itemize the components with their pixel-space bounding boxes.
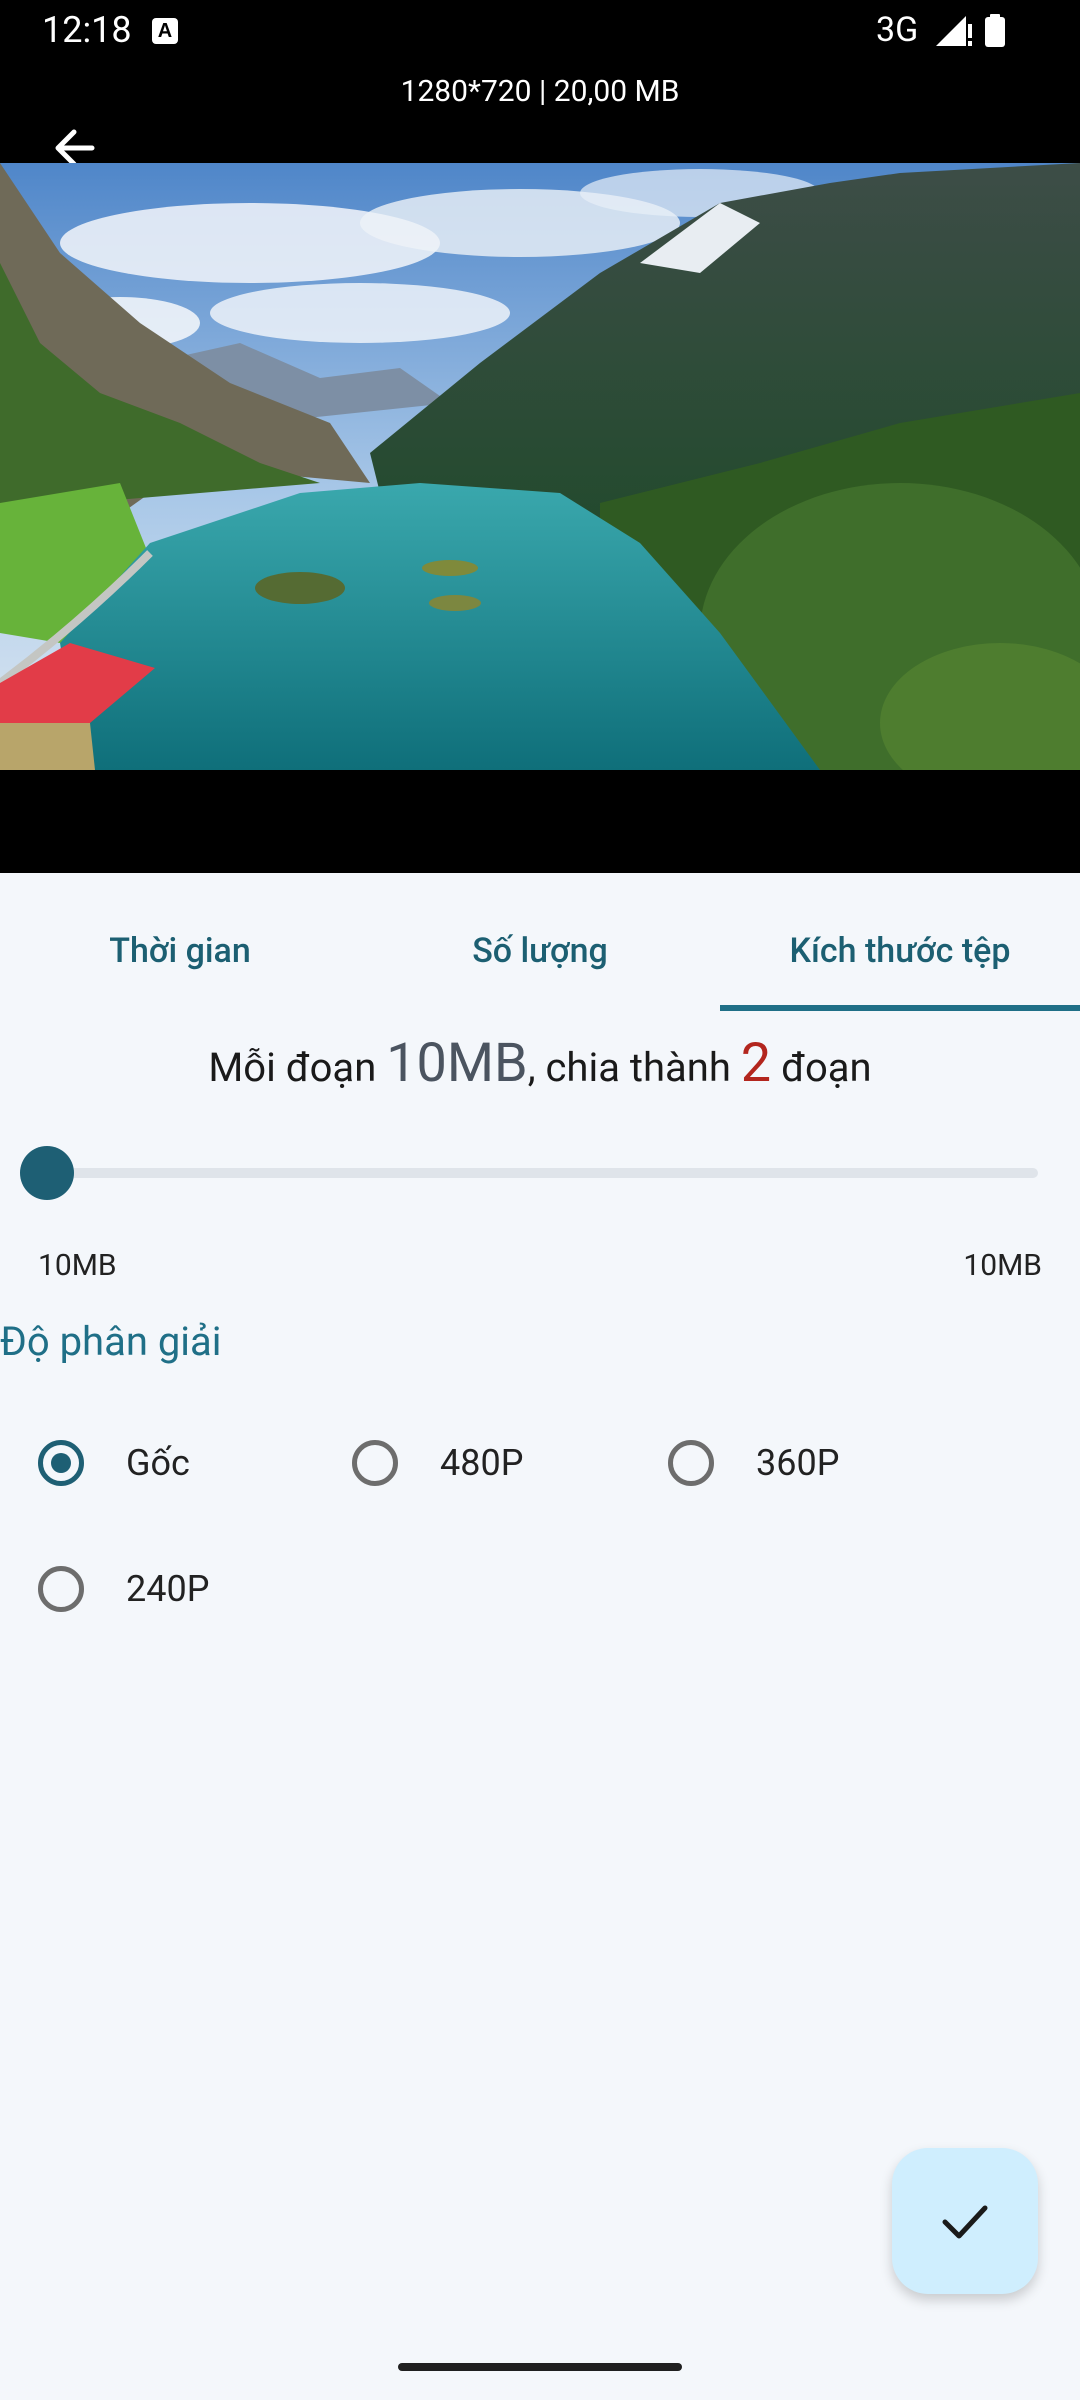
status-time: 12:18 [42,9,132,51]
radio-label: 480P [440,1442,524,1484]
radio-option-240p[interactable]: 240P [38,1554,278,1634]
signal-icon [936,16,972,46]
size-slider-track[interactable] [46,1168,1038,1178]
check-icon [942,2205,988,2239]
slider-min-label: 10MB [38,1248,117,1283]
a-letter-icon: A [152,18,178,44]
radio-button[interactable] [668,1440,714,1486]
home-indicator[interactable] [398,2363,682,2371]
radio-button-checked[interactable] [38,1440,84,1486]
size-slider-thumb[interactable] [20,1146,74,1200]
tab-file-size[interactable]: Kích thước tệp [720,873,1080,1013]
radio-option-360p[interactable]: 360P [668,1428,908,1508]
summary-count: 2 [740,1032,772,1095]
radio-label: Gốc [126,1442,190,1484]
resolution-title: Độ phân giải [0,1318,222,1365]
tab-bar: Thời gian Số lượng Kích thước tệp [0,873,1080,1013]
tab-time[interactable]: Thời gian [0,873,360,1013]
status-bar: 12:18 A 3G [0,0,1080,62]
tab-quantity[interactable]: Số lượng [360,873,720,1013]
radio-option-original[interactable]: Gốc [38,1428,278,1508]
radio-button[interactable] [38,1566,84,1612]
radio-button[interactable] [352,1440,398,1486]
network-type: 3G [876,10,919,50]
radio-label: 360P [756,1442,840,1484]
app-screen: 12:18 A 3G 1280*720 | 20,00 MB Thời gian… [0,0,1080,2400]
summary-prefix: Mỗi đoạn [208,1044,387,1091]
radio-option-480p[interactable]: 480P [352,1428,592,1508]
summary-suffix: đoạn [771,1044,872,1091]
slider-max-label: 10MB [963,1248,1042,1283]
confirm-button[interactable] [892,2148,1038,2294]
battery-icon [985,14,1005,47]
radio-label: 240P [126,1568,210,1610]
split-summary: Mỗi đoạn 10MB, chia thành 2 đoạn [0,1030,1080,1102]
tab-indicator [720,1005,1080,1011]
video-frame-image[interactable] [0,163,1080,770]
summary-middle: , chia thành [527,1044,741,1091]
video-info-text: 1280*720 | 20,00 MB [400,74,680,109]
summary-size: 10MB [386,1032,528,1095]
